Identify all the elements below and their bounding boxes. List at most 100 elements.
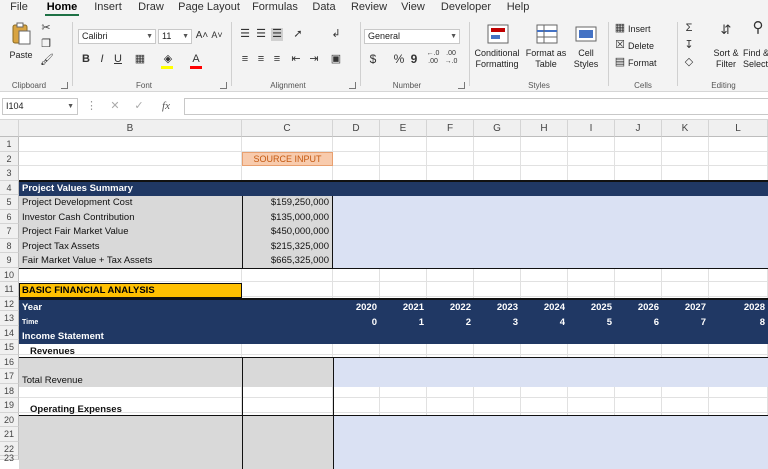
name-box[interactable]: I104 ▼: [2, 98, 78, 115]
column-header-f[interactable]: F: [427, 120, 474, 137]
tab-home[interactable]: Home: [43, 1, 81, 16]
row-header-4[interactable]: 4: [0, 180, 19, 195]
column-header-b[interactable]: B: [19, 120, 242, 137]
column-header-c[interactable]: C: [242, 120, 333, 137]
column-header-d[interactable]: D: [333, 120, 380, 137]
time-cell[interactable]: 1: [380, 316, 427, 330]
align-center-icon[interactable]: ≡: [255, 53, 267, 66]
row-header-15[interactable]: 15: [0, 340, 19, 355]
time-cell[interactable]: 3: [474, 316, 521, 330]
year-cell[interactable]: 2021: [380, 301, 427, 315]
tab-review[interactable]: Review: [349, 1, 389, 16]
font-name-select[interactable]: Calibri ▼: [78, 29, 156, 44]
insert-cells-icon[interactable]: ▦: [614, 22, 626, 35]
clear-icon[interactable]: ◇: [683, 56, 695, 69]
enter-icon[interactable]: ✓: [132, 100, 146, 113]
find-select-button[interactable]: Find & Select: [743, 48, 768, 70]
font-size-select[interactable]: 11 ▼: [158, 29, 192, 44]
percent-button[interactable]: %: [392, 53, 406, 66]
delete-cells-button[interactable]: Delete: [628, 41, 654, 52]
italic-button[interactable]: I: [96, 53, 108, 66]
year-cell[interactable]: 2027: [662, 301, 709, 315]
tab-insert[interactable]: Insert: [89, 1, 127, 16]
font-launcher-icon[interactable]: [220, 82, 227, 89]
row-header-6[interactable]: 6: [0, 209, 19, 224]
row-header-5[interactable]: 5: [0, 195, 19, 210]
currency-button[interactable]: $: [366, 53, 380, 66]
paste-icon[interactable]: [10, 22, 32, 46]
tab-formulas[interactable]: Formulas: [250, 1, 300, 16]
column-header-i[interactable]: I: [568, 120, 615, 137]
fill-color-icon[interactable]: ◈: [158, 53, 178, 69]
find-select-icon[interactable]: ⚲: [749, 20, 767, 35]
source-input-cell[interactable]: SOURCE INPUT: [242, 152, 333, 166]
copy-icon[interactable]: ❐: [40, 38, 52, 51]
year-cell[interactable]: 2020: [333, 301, 380, 315]
column-header-h[interactable]: H: [521, 120, 568, 137]
format-cells-icon[interactable]: ▤: [614, 56, 626, 69]
format-cells-button[interactable]: Format: [628, 58, 657, 69]
row-header-10[interactable]: 10: [0, 267, 19, 282]
time-cell[interactable]: 7: [662, 316, 709, 330]
format-painter-icon[interactable]: 🖌: [40, 54, 54, 67]
sort-filter-button[interactable]: Sort & Filter: [709, 48, 743, 70]
insert-function-button[interactable]: fx: [158, 100, 174, 113]
cell-styles-button[interactable]: Cell Styles: [569, 48, 603, 70]
column-header-l[interactable]: L: [709, 120, 768, 137]
summary-row-value[interactable]: $215,325,000: [243, 240, 332, 254]
summary-row-value[interactable]: $159,250,000: [243, 196, 332, 210]
number-launcher-icon[interactable]: [458, 82, 465, 89]
year-cell[interactable]: 2028: [709, 301, 768, 315]
row-header-21[interactable]: 21: [0, 427, 19, 442]
row-header-8[interactable]: 8: [0, 238, 19, 253]
summary-row-value[interactable]: $450,000,000: [243, 225, 332, 239]
row-header-9[interactable]: 9: [0, 253, 19, 268]
column-header-e[interactable]: E: [380, 120, 427, 137]
row-header-20[interactable]: 20: [0, 412, 19, 427]
formula-input[interactable]: [184, 98, 768, 115]
align-bottom-icon[interactable]: ☰: [271, 28, 283, 41]
increase-decimal-button[interactable]: ←.0 .00: [426, 50, 440, 66]
summary-row-label[interactable]: Investor Cash Contribution: [20, 211, 240, 225]
time-cell[interactable]: 2: [427, 316, 474, 330]
year-cell[interactable]: 2024: [521, 301, 568, 315]
fill-icon[interactable]: ↧: [683, 39, 695, 52]
borders-icon[interactable]: ▦: [130, 53, 150, 66]
year-cell[interactable]: 2023: [474, 301, 521, 315]
paste-button[interactable]: Paste: [4, 50, 38, 61]
font-color-icon[interactable]: A: [186, 53, 206, 69]
time-cell[interactable]: 0: [333, 316, 380, 330]
tab-developer[interactable]: Developer: [438, 1, 494, 16]
cancel-icon[interactable]: ✕: [108, 100, 122, 113]
align-right-icon[interactable]: ≡: [271, 53, 283, 66]
comma-button[interactable]: 9: [408, 53, 420, 66]
format-as-table-icon[interactable]: [536, 24, 558, 44]
shrink-font-button[interactable]: A˅: [210, 29, 224, 42]
autosum-icon[interactable]: Σ: [683, 22, 695, 35]
row-header-17[interactable]: 17: [0, 369, 19, 384]
summary-row-label[interactable]: Fair Market Value + Tax Assets: [20, 254, 240, 268]
summary-row-label[interactable]: Project Tax Assets: [20, 240, 240, 254]
time-cell[interactable]: 4: [521, 316, 568, 330]
conditional-formatting-button[interactable]: Conditional Formatting: [471, 48, 523, 70]
tab-help[interactable]: Help: [503, 1, 533, 16]
conditional-formatting-icon[interactable]: [487, 24, 509, 44]
row-header-2[interactable]: 2: [0, 151, 19, 166]
summary-row-label[interactable]: Project Development Cost: [20, 196, 240, 210]
orientation-icon[interactable]: ➚: [289, 28, 307, 41]
row-header-1[interactable]: 1: [0, 137, 19, 152]
align-top-icon[interactable]: ☰: [239, 28, 251, 41]
grow-font-button[interactable]: A˄: [195, 29, 209, 42]
tab-view[interactable]: View: [398, 1, 428, 16]
row-header-19[interactable]: 19: [0, 398, 19, 413]
row-header-23[interactable]: 23: [0, 454, 19, 463]
increase-indent-icon[interactable]: ⇥: [307, 53, 321, 66]
cell-styles-icon[interactable]: [575, 24, 597, 44]
row-header-11[interactable]: 11: [0, 282, 19, 297]
row-header-13[interactable]: 13: [0, 311, 19, 326]
summary-header[interactable]: Project Values Summary: [20, 182, 240, 196]
year-cell[interactable]: 2022: [427, 301, 474, 315]
total-revenue-label[interactable]: Total Revenue: [20, 374, 220, 388]
row-header-18[interactable]: 18: [0, 383, 19, 398]
column-header-k[interactable]: K: [662, 120, 709, 137]
